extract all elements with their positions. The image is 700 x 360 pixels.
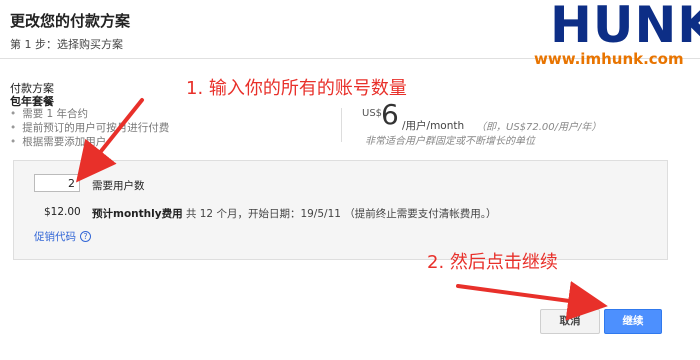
- watermark-url: www.imhunk.com: [534, 50, 684, 68]
- continue-button[interactable]: 继续: [604, 309, 662, 334]
- price-divider: [341, 108, 342, 142]
- plan-feature-item: 提前预订的用户可按月进行付费: [10, 121, 169, 135]
- promo-code-link[interactable]: 促销代码 ?: [34, 229, 91, 244]
- annotation-step-2: 2. 然后点击继续: [427, 252, 558, 273]
- price-yearly: （即，US$72.00/用户/年）: [476, 122, 602, 133]
- user-count-label: 需要用户数: [92, 180, 145, 192]
- billing-amount: $12.00: [44, 206, 81, 218]
- arrow-to-continue: [456, 280, 608, 321]
- dialog-step: 第 1 步：选择购买方案: [10, 38, 123, 51]
- billing-detail: 共 12 个月，开始日期：19/5/11 （提前终止需要支付清帐费用。）: [182, 208, 497, 220]
- price-currency: US$: [362, 108, 383, 119]
- watermark-logo-text: HUNK: [550, 0, 700, 54]
- user-count-input[interactable]: [34, 174, 80, 192]
- plan-feature-item: 需要 1 年合约: [10, 107, 169, 121]
- billing-prefix: 预计monthly费用: [92, 208, 183, 220]
- help-icon[interactable]: ?: [80, 231, 91, 242]
- price-amount: 6: [381, 98, 399, 131]
- plan-feature-item: 根据需要添加用户: [10, 135, 169, 149]
- price-note: 非常适合用户群固定或不断增长的单位: [365, 136, 535, 147]
- cancel-button[interactable]: 取消: [540, 309, 600, 334]
- promo-code-label[interactable]: 促销代码: [34, 229, 76, 244]
- annotation-step-1: 1. 输入你的所有的账号数量: [186, 78, 407, 99]
- billing-text: 预计monthly费用 共 12 个月，开始日期：19/5/11 （提前终止需要…: [92, 206, 497, 221]
- price-unit: /用户/month: [402, 120, 465, 132]
- dialog-title: 更改您的付款方案: [10, 12, 131, 30]
- plan-features: 需要 1 年合约 提前预订的用户可按月进行付费 根据需要添加用户: [10, 107, 169, 149]
- watermark-logo: HUNK: [550, 0, 700, 50]
